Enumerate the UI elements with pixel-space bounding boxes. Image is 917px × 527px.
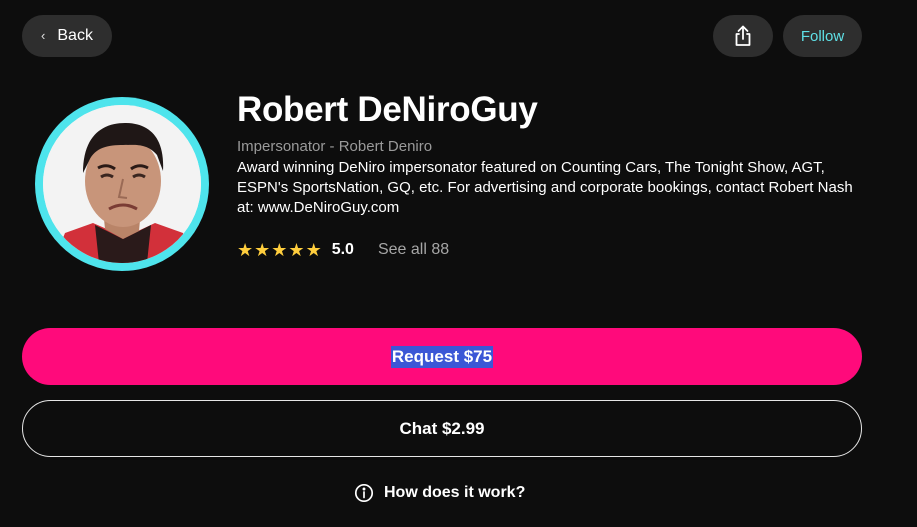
star-icon: ★ — [305, 240, 322, 260]
profile-page: ‹ Back Follow Robert DeNiroGuy Impersona… — [0, 0, 917, 527]
rating-value: 5.0 — [331, 241, 354, 258]
back-label: Back — [57, 27, 93, 44]
profile-subtitle: Impersonator - Robert Deniro — [237, 138, 433, 155]
back-button[interactable]: ‹ Back — [22, 15, 112, 57]
info-icon — [354, 483, 374, 503]
rating: ★ ★ ★ ★ ★ 5.0 See all 88 — [237, 240, 449, 260]
star-icon: ★ — [271, 240, 288, 260]
star-icon: ★ — [288, 240, 305, 260]
request-button[interactable]: Request $75 — [22, 328, 862, 385]
profile-bio: Award winning DeNiro impersonator featur… — [237, 159, 853, 216]
avatar-portrait — [43, 105, 201, 263]
star-icon: ★ — [237, 240, 254, 260]
chat-button[interactable]: Chat $2.99 — [22, 400, 862, 457]
star-rating: ★ ★ ★ ★ ★ — [237, 241, 322, 259]
how-it-works-label: How does it work? — [384, 484, 526, 501]
follow-button[interactable]: Follow — [783, 15, 862, 57]
profile-name: Robert DeNiroGuy — [237, 90, 538, 129]
request-label: Request $75 — [390, 345, 494, 368]
avatar-ring — [35, 97, 209, 271]
star-icon: ★ — [254, 240, 271, 260]
share-button[interactable] — [713, 15, 773, 57]
see-all-reviews-link[interactable]: See all 88 — [378, 241, 449, 259]
how-it-works-link[interactable]: How does it work? — [354, 483, 525, 503]
avatar — [43, 105, 201, 263]
share-icon — [735, 25, 751, 46]
chevron-left-icon: ‹ — [41, 27, 46, 43]
